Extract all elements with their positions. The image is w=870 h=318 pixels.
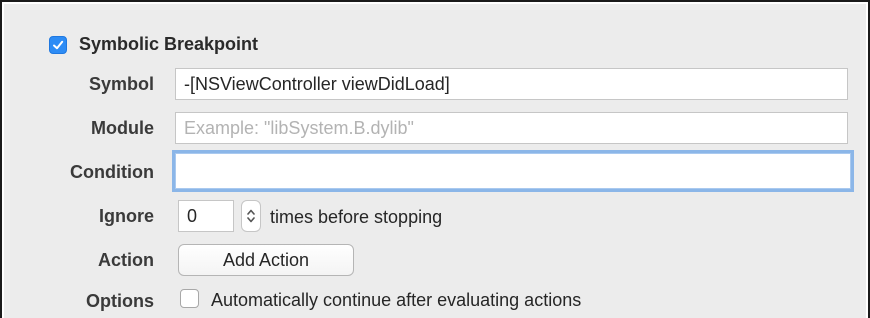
auto-continue-checkbox[interactable] (180, 289, 199, 308)
add-action-button[interactable]: Add Action (178, 244, 354, 276)
symbol-input[interactable]: -[NSViewController viewDidLoad] (175, 68, 848, 100)
stepper-arrows-icon (247, 209, 255, 223)
breakpoint-type-title: Symbolic Breakpoint (79, 34, 259, 54)
symbol-label: Symbol (88, 74, 154, 94)
action-label: Action (98, 250, 154, 270)
ignore-count-stepper[interactable] (241, 200, 261, 232)
condition-label: Condition (70, 162, 154, 182)
enable-breakpoint-checkbox[interactable] (49, 35, 67, 54)
options-label: Options (86, 291, 154, 311)
module-label: Module (91, 118, 154, 138)
ignore-suffix-text: times before stopping (270, 207, 443, 227)
breakpoint-editor-panel: Symbolic Breakpoint Symbol -[NSViewContr… (4, 4, 866, 318)
window-frame: Symbolic Breakpoint Symbol -[NSViewContr… (0, 0, 870, 318)
ignore-count-input[interactable]: 0 (178, 200, 234, 232)
auto-continue-label[interactable]: Automatically continue after evaluating … (211, 290, 581, 311)
condition-input[interactable] (172, 150, 854, 192)
ignore-label: Ignore (98, 206, 154, 226)
breakpoint-header: Symbolic Breakpoint (49, 34, 258, 55)
module-input[interactable]: Example: "libSystem.B.dylib" (175, 112, 848, 144)
checkmark-icon (53, 40, 64, 49)
